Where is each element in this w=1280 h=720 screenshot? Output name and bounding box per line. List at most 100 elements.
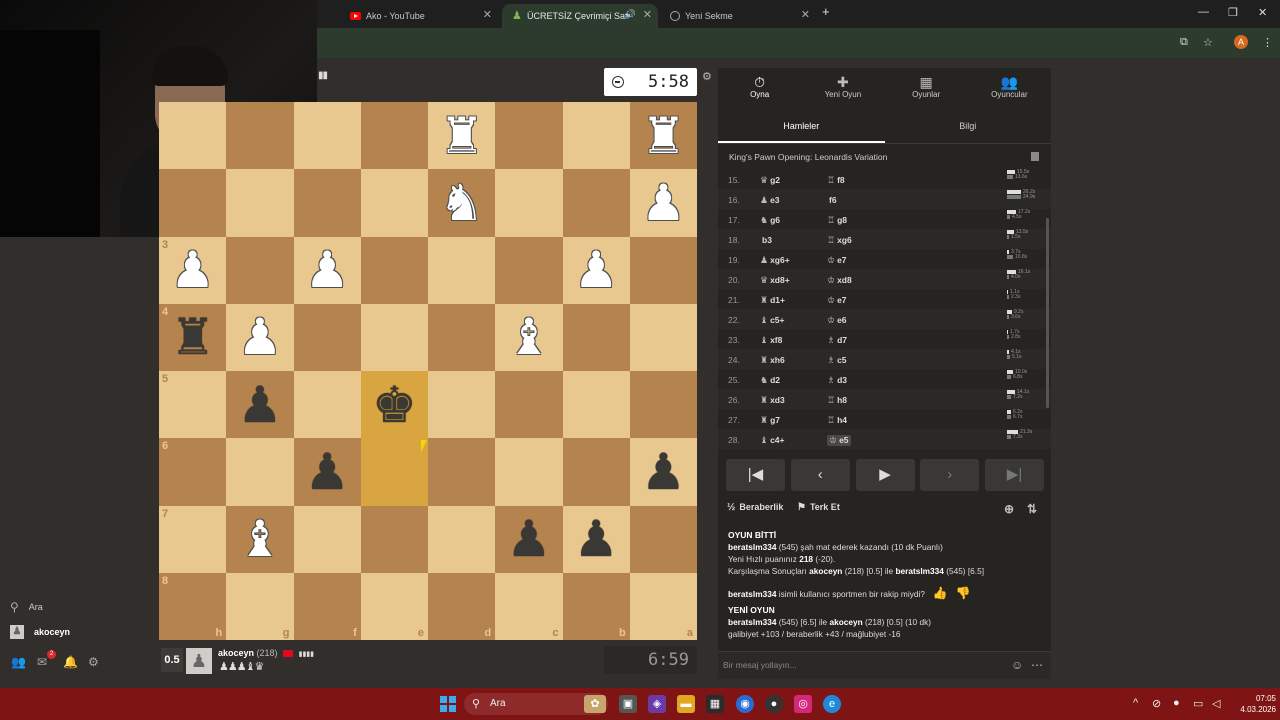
mail-icon[interactable]: ✉ (37, 655, 47, 669)
edge-icon[interactable]: e (823, 695, 841, 713)
board-square[interactable]: c (495, 572, 563, 640)
instagram-icon[interactable]: ◎ (794, 695, 812, 713)
board-square[interactable] (293, 169, 361, 237)
tab-new[interactable]: Yeni Sekme ✕ (660, 4, 816, 28)
white-move[interactable]: ♟ e3 (760, 195, 780, 206)
white-move[interactable]: ♞ d2 (760, 375, 780, 386)
board-square[interactable]: 4 ♜ (159, 303, 227, 371)
store-icon[interactable]: ▦ (706, 695, 724, 713)
board-square[interactable] (495, 102, 563, 170)
github-icon[interactable]: ● (765, 695, 783, 713)
black-move[interactable]: ♖ xg6 (827, 235, 852, 246)
restore-button[interactable]: ❐ (1228, 6, 1238, 19)
board-square[interactable]: ♝ (495, 303, 563, 371)
flip-board-icon[interactable]: ⇅ (1027, 502, 1037, 516)
board-square[interactable] (428, 505, 496, 573)
white-move[interactable]: ♟ xg6+ (760, 255, 790, 266)
board-square[interactable] (226, 438, 294, 506)
speaker-icon[interactable]: ◁ (1212, 697, 1220, 710)
star-icon[interactable]: ☆ (1203, 36, 1213, 49)
player-b-name[interactable]: beratslm334 (895, 566, 943, 576)
black-move[interactable]: ♖ g8 (827, 215, 847, 226)
white-move[interactable]: ♜ xd3 (760, 395, 785, 406)
chrome-icon[interactable]: ◉ (736, 695, 754, 713)
board-square[interactable] (159, 169, 227, 237)
black-move[interactable]: f6 (827, 195, 837, 206)
tab-info[interactable]: Bilgi (885, 110, 1052, 143)
white-move[interactable]: ♝ xf8 (760, 335, 782, 346)
black-pawn[interactable]: ♟ (305, 447, 350, 497)
next-move-button[interactable]: › (920, 459, 980, 491)
white-move[interactable]: ♞ g6 (760, 215, 780, 226)
window-close-button[interactable]: ✕ (1258, 6, 1267, 19)
board-square[interactable] (293, 303, 361, 371)
white-move[interactable]: b3 (760, 235, 772, 246)
board-square[interactable]: ♚ (360, 371, 428, 439)
white-move[interactable]: ♜ g7 (760, 415, 780, 426)
more-icon[interactable]: ⋯ (1031, 658, 1043, 672)
black-move[interactable]: ♔ e7 (827, 295, 847, 306)
board-square[interactable] (428, 371, 496, 439)
black-move[interactable]: ♔ e7 (827, 255, 847, 266)
white-move[interactable]: ♝ c4+ (760, 435, 785, 446)
board-square[interactable] (360, 438, 428, 506)
white-pawn[interactable]: ♟ (237, 312, 282, 362)
board-square[interactable]: ♟ (629, 438, 697, 506)
board-square[interactable]: 7 (159, 505, 227, 573)
board-square[interactable]: 5 (159, 371, 227, 439)
board-square[interactable] (159, 102, 227, 170)
file-explorer-icon[interactable]: ▬ (677, 695, 695, 713)
nav-games[interactable]: ▦ Oyunlar (885, 68, 968, 108)
white-move[interactable]: ♜ d1+ (760, 295, 785, 306)
board-square[interactable]: ♟ (226, 371, 294, 439)
white-move[interactable]: ♝ c5+ (760, 315, 785, 326)
black-move[interactable]: ♔ e6 (827, 315, 847, 326)
resign-button[interactable]: ⚑ Terk Et (797, 502, 840, 513)
player-name[interactable]: akoceyn (218, 648, 254, 658)
board-square[interactable] (562, 102, 630, 170)
board-square[interactable] (495, 438, 563, 506)
book-icon[interactable] (1031, 152, 1039, 161)
board-square[interactable] (293, 371, 361, 439)
board-square[interactable]: 6 (159, 438, 227, 506)
white-bishop[interactable]: ♝ (237, 514, 282, 564)
tab-moves[interactable]: Hamleler (718, 110, 885, 143)
first-move-button[interactable]: |◀ (726, 459, 785, 491)
draw-button[interactable]: ½ Beraberlik (727, 502, 783, 513)
sidebar-user[interactable]: ♟ akoceyn (10, 625, 70, 639)
black-move[interactable]: ♖ h8 (827, 395, 847, 406)
board-square[interactable] (562, 303, 630, 371)
board-square[interactable] (226, 169, 294, 237)
white-bishop[interactable]: ♝ (506, 312, 551, 362)
black-move[interactable]: ♔ xd8 (827, 275, 852, 286)
board-square[interactable]: ♟ (562, 505, 630, 573)
board-square[interactable]: ♟ (293, 438, 361, 506)
ng-player-a[interactable]: beratslm334 (728, 617, 776, 627)
black-move[interactable]: ♖ f8 (827, 175, 845, 186)
prev-move-button[interactable]: ‹ (790, 459, 850, 491)
board-square[interactable]: f (293, 572, 361, 640)
board-square[interactable] (428, 303, 496, 371)
board-square[interactable]: 3 ♟ (159, 236, 227, 304)
board-square[interactable] (293, 505, 361, 573)
last-move-button[interactable]: ▶| (985, 459, 1044, 491)
taskbar-clock[interactable]: 07:05 4.03.2026 (1232, 693, 1276, 715)
white-move[interactable]: ♛ xd8+ (760, 275, 790, 286)
close-icon[interactable]: ✕ (483, 8, 492, 21)
microphone-icon[interactable]: ● (1173, 697, 1180, 709)
white-move[interactable]: ♛ g2 (760, 175, 780, 186)
display-icon[interactable]: ▭ (1193, 697, 1203, 710)
white-pawn[interactable]: ♟ (641, 178, 686, 228)
board-square[interactable] (562, 371, 630, 439)
minimize-button[interactable]: — (1198, 6, 1209, 18)
black-king[interactable]: ♚ (372, 380, 417, 430)
black-pawn[interactable]: ♟ (506, 514, 551, 564)
black-move[interactable]: ♗ d7 (827, 335, 847, 346)
black-rook[interactable]: ♜ (170, 312, 215, 362)
play-button[interactable]: ▶ (855, 459, 915, 491)
board-square[interactable] (562, 169, 630, 237)
board-square[interactable] (360, 303, 428, 371)
nav-new-game[interactable]: ✚ Yeni Oyun (801, 68, 884, 108)
board-square[interactable]: ♟ (226, 303, 294, 371)
player-a-name[interactable]: akoceyn (809, 566, 842, 576)
